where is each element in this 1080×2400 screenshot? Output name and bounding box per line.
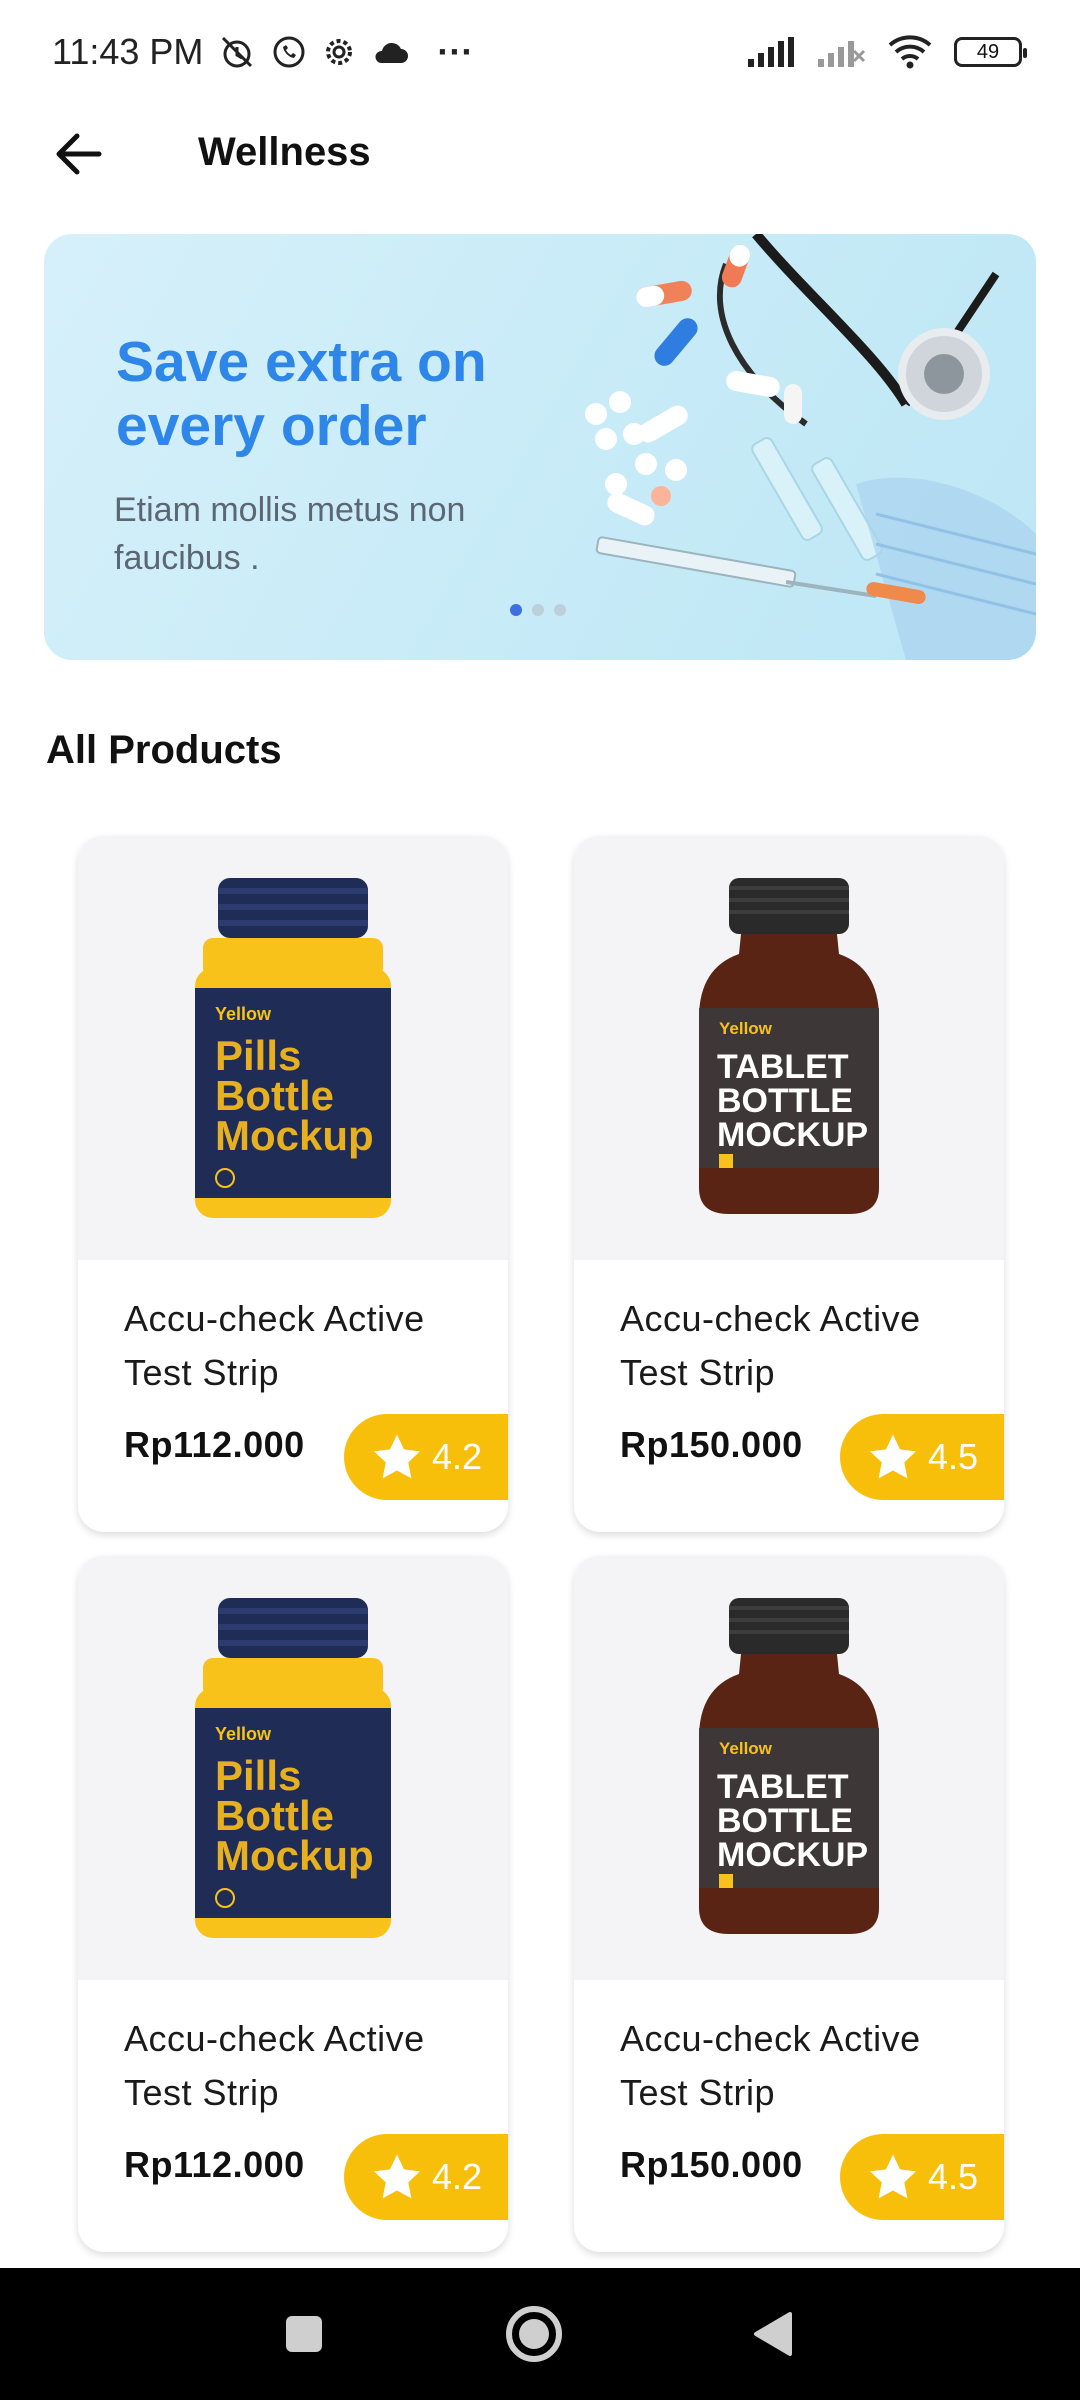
svg-text:Mockup: Mockup [215, 1112, 374, 1159]
star-icon [374, 2154, 420, 2199]
product-card[interactable]: Yellow TABLET BOTTLE MOCKUP Accu-check A… [574, 836, 1004, 1532]
star-icon [870, 1434, 916, 1479]
app-bar: Wellness [0, 104, 1080, 204]
product-image: Yellow TABLET BOTTLE MOCKUP [574, 1556, 1004, 1980]
product-name: Accu-check Active Test Strip [620, 2018, 921, 2113]
more-notifications-icon: ··· [437, 31, 474, 72]
carousel-dot-1[interactable] [510, 604, 522, 616]
whatsapp-icon [271, 34, 307, 70]
svg-text:MOCKUP: MOCKUP [717, 1836, 868, 1874]
product-price: Rp112.000 [124, 2144, 305, 2185]
product-label-brand: Yellow [215, 1004, 272, 1024]
banner-title: Save extra on every order [116, 330, 487, 458]
product-label-brand: Yellow [719, 1739, 773, 1758]
status-time: 11:43 PM [52, 31, 204, 72]
status-bar: 11:43 PM ··· 49 [0, 0, 1080, 104]
back-triangle-icon [754, 2312, 792, 2356]
product-card[interactable]: Yellow TABLET BOTTLE MOCKUP Accu-check A… [574, 1556, 1004, 2252]
rating-badge: 4.5 [840, 2134, 1004, 2220]
section-title: All Products [46, 728, 282, 772]
product-image: Yellow Pills Bottle Mockup [78, 1556, 508, 1980]
promo-banner[interactable]: Save extra on every order Etiam mollis m… [44, 234, 1036, 660]
svg-text:TABLET: TABLET [717, 1048, 849, 1086]
svg-text:BOTTLE: BOTTLE [717, 1082, 853, 1120]
rating-badge: 4.2 [344, 2134, 508, 2220]
cloud-icon [371, 37, 409, 67]
svg-text:Mockup: Mockup [215, 1832, 374, 1879]
rating-value: 4.5 [928, 2156, 979, 2197]
rating-value: 4.5 [928, 1436, 979, 1477]
banner-medical-image [585, 234, 1036, 660]
back-button[interactable] [50, 126, 106, 182]
carousel-dot-3[interactable] [554, 604, 566, 616]
signal-icon [746, 37, 794, 67]
alarm-off-icon [217, 32, 257, 72]
recents-button[interactable] [274, 2304, 334, 2364]
settings-icon [321, 34, 357, 70]
page-title: Wellness [198, 130, 371, 174]
rating-badge: 4.5 [840, 1414, 1004, 1500]
svg-text:TABLET: TABLET [717, 1768, 849, 1806]
home-button[interactable] [504, 2304, 564, 2364]
rating-badge: 4.2 [344, 1414, 508, 1500]
rating-value: 4.2 [432, 2156, 483, 2197]
product-image: Yellow Pills Bottle Mockup [78, 836, 508, 1260]
system-nav-bar [0, 2268, 1080, 2400]
star-icon [374, 1434, 420, 1479]
carousel-indicator[interactable] [510, 604, 566, 616]
status-left: 11:43 PM ··· [52, 31, 473, 73]
product-name: Accu-check Active Test Strip [620, 1298, 921, 1393]
product-image: Yellow TABLET BOTTLE MOCKUP [574, 836, 1004, 1260]
svg-text:MOCKUP: MOCKUP [717, 1116, 868, 1154]
banner-subtitle: Etiam mollis metus non faucibus . [114, 491, 466, 577]
wifi-icon [888, 35, 932, 69]
product-label-brand: Yellow [215, 1724, 272, 1744]
battery-icon: 49 [954, 37, 1027, 67]
product-price: Rp150.000 [620, 2144, 803, 2185]
product-price: Rp150.000 [620, 1424, 803, 1465]
signal-no-service-icon [816, 37, 866, 67]
square-icon [286, 2316, 322, 2352]
product-name: Accu-check Active Test Strip [124, 2018, 425, 2113]
home-circle-icon [506, 2306, 562, 2362]
status-right: 49 [746, 35, 1027, 69]
star-icon [870, 2154, 916, 2199]
product-name: Accu-check Active Test Strip [124, 1298, 425, 1393]
back-nav-button[interactable] [742, 2304, 802, 2364]
arrow-left-icon [56, 133, 102, 175]
product-card[interactable]: Yellow Pills Bottle Mockup Accu-check Ac… [78, 1556, 508, 2252]
svg-text:BOTTLE: BOTTLE [717, 1802, 853, 1840]
product-label-brand: Yellow [719, 1019, 773, 1038]
carousel-dot-2[interactable] [532, 604, 544, 616]
product-card[interactable]: Yellow Pills Bottle Mockup Accu-check Ac… [78, 836, 508, 1532]
rating-value: 4.2 [432, 1436, 483, 1477]
product-price: Rp112.000 [124, 1424, 305, 1465]
